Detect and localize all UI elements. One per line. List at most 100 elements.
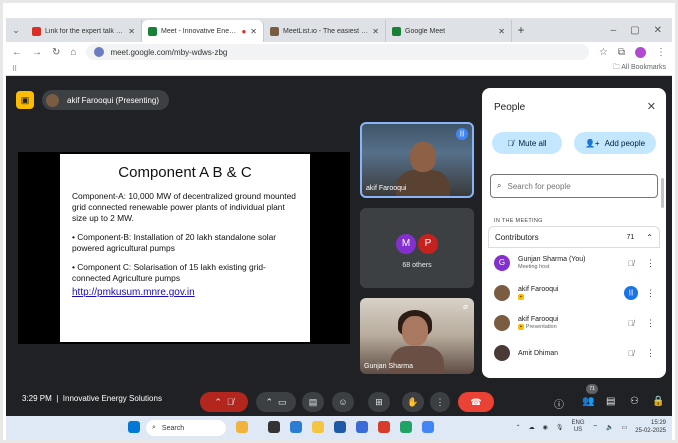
more-options-icon[interactable]: ⋮ [646, 288, 655, 299]
mic-icon[interactable]: 🎙 [556, 424, 564, 431]
search-input[interactable] [507, 181, 648, 191]
tab-label: Link for the expert talk on Inno [45, 27, 124, 35]
chevron-up-icon[interactable]: ⌃ [265, 397, 273, 408]
present-icon[interactable]: ▣ [16, 91, 34, 109]
tab-search-icon[interactable]: ⌄ [6, 25, 26, 36]
app-icon[interactable] [356, 421, 368, 433]
list-item[interactable]: Amit Dhiman 🎙̸ ⋮ [488, 338, 660, 368]
taskbar-search[interactable]: ⌕ Search [146, 420, 226, 436]
chevron-up-icon[interactable]: ⌃ [516, 424, 521, 431]
mic-toggle-button[interactable]: ⌃ 🎙̸ [200, 392, 248, 412]
presenter-icon: ▪ [518, 294, 524, 300]
more-options-icon[interactable]: ⋮ [646, 318, 655, 329]
app-icon[interactable] [400, 421, 412, 433]
scrollbar[interactable] [661, 178, 664, 208]
tab-expert-talk[interactable]: Link for the expert talk on Inno ✕ [26, 20, 142, 42]
task-view-icon[interactable] [268, 421, 280, 433]
widgets-icon[interactable] [236, 421, 248, 433]
forward-icon[interactable]: → [32, 47, 42, 58]
store-icon[interactable] [334, 421, 346, 433]
hand-icon: ✋ [407, 396, 419, 407]
list-item[interactable]: G Gunjan Sharma (You) Meeting host 🎙̸ ⋮ [488, 248, 660, 278]
host-controls-icon[interactable]: 🔒 [652, 396, 664, 407]
tab-label: MeetList.io - The easiest way to [283, 27, 368, 35]
close-icon[interactable]: ✕ [250, 27, 257, 36]
windows-start-icon[interactable] [128, 421, 140, 433]
app-icon[interactable] [378, 421, 390, 433]
mic-off-icon[interactable]: 🎙̸ [624, 349, 638, 358]
captions-button[interactable]: ▤ [302, 392, 324, 412]
meeting-name: Innovative Energy Solutions [62, 394, 162, 403]
chat-icon[interactable]: ▤ [606, 396, 615, 407]
language-indicator[interactable]: ENG US [571, 420, 584, 434]
slide-title: Component A B & C [118, 164, 252, 181]
meet-icon [392, 26, 401, 36]
presenter-bar: ▣ akif Farooqui (Presenting) [16, 90, 170, 110]
people-icon[interactable]: 👥 [582, 396, 594, 407]
close-icon[interactable]: ✕ [498, 27, 505, 36]
participant-name: akif Farooqui [518, 316, 559, 323]
camera-toggle-button[interactable]: ⌃ ▭ [256, 392, 296, 412]
chevron-up-icon[interactable]: ⌃ [214, 397, 222, 408]
volume-icon[interactable]: 🔈 [606, 424, 613, 431]
activities-icon[interactable]: ⚇ [630, 396, 639, 407]
url-field[interactable]: meet.google.com/mby-wdws-zbg [86, 44, 589, 60]
network-icon[interactable]: ◉ [543, 424, 548, 431]
battery-icon[interactable]: ▭ [622, 424, 628, 431]
raise-hand-button[interactable]: ✋ [402, 392, 424, 412]
star-icon[interactable]: ☆ [599, 47, 608, 58]
edge-icon[interactable] [290, 421, 302, 433]
panel-title: People [494, 102, 526, 113]
list-item[interactable]: akif Farooqui ▪ ||| ⋮ [488, 278, 660, 308]
others-tile[interactable]: M P 68 others [360, 208, 474, 288]
more-options-icon: ⋮ [435, 396, 445, 407]
mic-off-icon[interactable]: 🎙̸ [624, 319, 638, 328]
maximize-icon[interactable]: ▢ [630, 25, 639, 36]
more-options-button[interactable]: ⋮ [430, 392, 450, 412]
participant-face [410, 142, 436, 172]
reload-icon[interactable]: ↻ [52, 47, 60, 58]
close-icon[interactable]: ✕ [647, 100, 656, 113]
info-icon[interactable]: ⓘ [554, 396, 564, 411]
mic-off-icon[interactable]: 🎙̸ [624, 259, 638, 268]
leave-call-button[interactable]: ☎ [458, 392, 494, 412]
minimize-icon[interactable]: – [611, 25, 617, 36]
apps-icon[interactable]: ⠿ [12, 65, 17, 73]
site-info-icon[interactable] [94, 47, 105, 57]
list-item[interactable]: akif Farooqui ▪ Presentation 🎙̸ ⋮ [488, 308, 660, 338]
more-options-icon[interactable]: ⋮ [646, 348, 655, 359]
chrome-icon[interactable] [422, 421, 434, 433]
emoji-button[interactable]: ☺ [332, 392, 354, 412]
avatar [46, 93, 59, 107]
search-field[interactable]: ⌕ [490, 174, 658, 198]
contributors-header[interactable]: Contributors 71 ⌃ [488, 226, 660, 248]
mute-all-button[interactable]: 🎙̸ Mute all [492, 132, 562, 154]
slide-link[interactable]: http://pmkusum.mnre.gov.in [72, 287, 195, 298]
tab-meet[interactable]: Meet - Innovative Energy S ● ✕ [142, 20, 264, 42]
home-icon[interactable]: ⌂ [70, 47, 76, 58]
all-bookmarks[interactable]: 🗀 All Bookmarks [613, 63, 666, 74]
cloud-icon[interactable]: ☁ [529, 424, 535, 431]
participant-tile-akif[interactable]: ||| akif Farooqui [360, 122, 474, 198]
presenter-icon: ▪ [518, 324, 524, 330]
close-icon[interactable]: ✕ [372, 27, 379, 36]
present-button[interactable]: ⊞ [368, 392, 390, 412]
new-tab-button[interactable]: + [512, 23, 530, 37]
tab-meetlist[interactable]: MeetList.io - The easiest way to ✕ [264, 20, 386, 42]
add-people-button[interactable]: 👤+ Add people [574, 132, 656, 154]
menu-icon[interactable]: ⋮ [656, 47, 666, 58]
extensions-icon[interactable]: ⧉ [618, 47, 625, 58]
clock-date[interactable]: 15:29 25-02-2025 [635, 419, 666, 435]
present-icon: ⊞ [375, 396, 383, 407]
close-icon[interactable]: ✕ [128, 27, 135, 36]
profile-avatar[interactable] [635, 46, 646, 58]
back-icon[interactable]: ← [12, 47, 22, 58]
tab-google-meet[interactable]: Google Meet ✕ [386, 20, 512, 42]
close-window-icon[interactable]: ✕ [654, 25, 662, 36]
wifi-icon[interactable]: ⌔ [593, 423, 599, 431]
control-bar: 3:29 PM | Innovative Energy Solutions ⌃ … [6, 384, 672, 416]
speaking-icon[interactable]: ||| [624, 286, 638, 300]
file-explorer-icon[interactable] [312, 421, 324, 433]
more-options-icon[interactable]: ⋮ [646, 258, 655, 269]
participant-tile-gunjan[interactable]: ⌀ Gunjan Sharma [360, 298, 474, 374]
